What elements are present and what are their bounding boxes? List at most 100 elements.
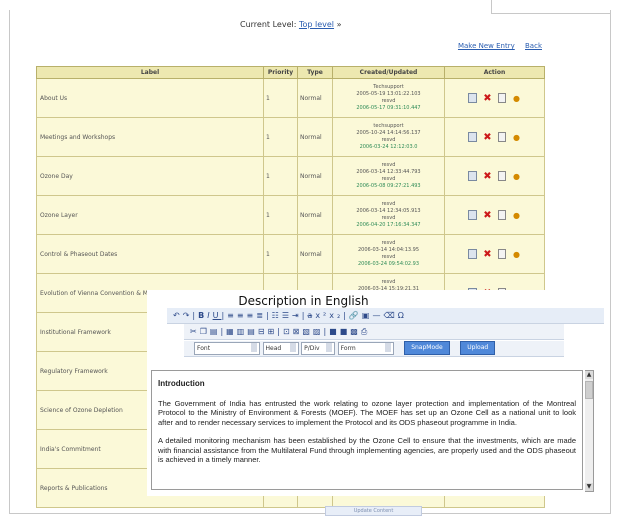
page-icon[interactable] [498,171,506,181]
language-icon[interactable]: ● [512,172,521,181]
page-icon[interactable] [498,210,506,220]
editor-content-area[interactable]: Introduction The Government of India has… [151,370,583,490]
delete-column-icon[interactable]: ⊞ [268,327,278,336]
edit-icon[interactable] [468,171,477,181]
description-editor: Description in English ↶↷|BIU|≡≡≡≣|☷☰⇥|a… [147,290,604,496]
row-actions: ✖● [444,195,545,235]
delete-icon[interactable]: ✖ [483,171,492,181]
row-actions: ✖● [444,78,545,118]
language-icon[interactable]: ● [512,211,521,220]
fore-color-icon[interactable]: ■ [329,327,340,336]
redo-icon[interactable]: ↷ [183,311,193,320]
preview-icon[interactable]: ▩ [350,327,361,336]
row-created-updated: resvd 2006-03-14 12:33:44.793 resvd 2006-05… [332,156,445,196]
row-type: Normal [297,195,333,235]
underline-icon[interactable]: U [213,311,222,320]
insert-row-icon[interactable]: ▥ [237,327,248,336]
link-icon[interactable]: 🔗 [349,311,362,320]
row-label[interactable]: About Us [36,78,264,118]
table-row: Meetings and Workshops 1 Normal techsupport… [36,117,545,157]
row-actions: ✖● [444,156,545,196]
upload-button[interactable]: Upload [460,341,496,355]
make-new-entry-link[interactable]: Make New Entry [458,42,515,50]
align-center-icon[interactable]: ≡ [237,311,247,320]
scroll-up-icon[interactable]: ▲ [585,371,593,379]
row-label[interactable]: Meetings and Workshops [36,117,264,157]
table-props-icon[interactable]: ▨ [313,327,324,336]
page-icon[interactable] [498,93,506,103]
editor-toolbar-1: ↶↷|BIU|≡≡≡≣|☷☰⇥|a̶x²x₂|🔗▣—⌫Ω [167,308,604,324]
row-actions: ✖● [444,234,545,274]
edit-icon[interactable] [468,249,477,259]
insert-column-icon[interactable]: ▤ [247,327,258,336]
back-link[interactable]: Back [525,42,542,50]
table-header-row: Label Priority Type Created/Updated Acti… [36,66,545,79]
ordered-list-icon[interactable]: ☷ [272,311,282,320]
editor-scrollbar[interactable]: ▲ ▼ [585,370,594,492]
size-select[interactable]: Head [262,342,299,355]
chevron-down-icon [384,343,391,352]
delete-icon[interactable]: ✖ [483,249,492,259]
created-date: 2006-03-14 12:34:05.913 [356,208,421,214]
back-color-icon[interactable]: ■ [340,327,351,336]
align-left-icon[interactable]: ≡ [227,311,237,320]
image-icon[interactable]: ▣ [362,311,373,320]
edit-icon[interactable] [468,210,477,220]
snap-mode-button[interactable]: SnapMode [404,341,450,355]
updated-date: 2006-03-24 12:12:03.0 [359,144,418,150]
paragraph-style-select[interactable]: P/Div [301,342,336,355]
row-actions: ✖● [444,117,545,157]
created-by: resvd [381,162,396,168]
delete-icon[interactable]: ✖ [483,210,492,220]
created-date: 2005-10-24 14:14:56.137 [356,130,421,136]
justify-icon[interactable]: ≣ [256,311,266,320]
row-label[interactable]: Ozone Day [36,156,264,196]
editor-title: Description in English [238,294,369,308]
align-right-icon[interactable]: ≡ [247,311,257,320]
language-icon[interactable]: ● [512,94,521,103]
undo-icon[interactable]: ↶ [173,311,183,320]
bullet-list-icon[interactable]: ☰ [282,311,292,320]
delete-row-icon[interactable]: ⊟ [258,327,268,336]
bold-icon[interactable]: B [198,311,207,320]
row-label[interactable]: Control & Phaseout Dates [36,234,264,274]
edit-icon[interactable] [468,93,477,103]
page-icon[interactable] [498,249,506,259]
format-select[interactable]: Form [337,342,394,355]
cut-icon[interactable]: ✂ [190,327,200,336]
merge-cells-icon[interactable]: ⊡ [283,327,293,336]
row-label[interactable]: Ozone Layer [36,195,264,235]
copy-icon[interactable]: ❐ [200,327,210,336]
omega-icon[interactable]: Ω [398,311,407,320]
row-priority: 1 [263,78,298,118]
delete-icon[interactable]: ✖ [483,132,492,142]
frame-divider [491,13,611,14]
table-icon[interactable]: ▦ [226,327,237,336]
font-select[interactable]: Font [194,342,260,355]
breadcrumb-separator: » [336,20,342,29]
superscript-icon[interactable]: x² [315,311,329,320]
chevron-down-icon [289,343,296,352]
subscript-icon[interactable]: x₂ [329,311,343,320]
delete-icon[interactable]: ✖ [483,93,492,103]
paste-icon[interactable]: ▤ [210,327,221,336]
row-priority: 1 [263,117,298,157]
table-row: Ozone Day 1 Normal resvd 2006-03-14 12:33:44… [36,156,545,196]
indent-icon[interactable]: ⇥ [292,311,302,320]
created-by: resvd [381,240,396,246]
edit-icon[interactable] [468,132,477,142]
language-icon[interactable]: ● [512,133,521,142]
current-level-label: Current Level: [240,20,297,29]
language-icon[interactable]: ● [512,250,521,259]
updated-date: 2006-03-24 09:54:02.93 [357,261,420,267]
scroll-down-icon[interactable]: ▼ [585,483,593,491]
eraser-icon[interactable]: ⌫ [383,311,397,320]
row-created-updated: Techsupport 2005-05-19 13:01:22.103 resvd 2… [332,78,445,118]
scroll-thumb[interactable] [585,381,593,399]
top-level-link[interactable]: Top level [299,20,334,29]
page-icon[interactable] [498,132,506,142]
horizontal-rule-icon[interactable]: — [372,311,383,320]
print-icon[interactable]: ⎙ [361,327,370,336]
cell-props-icon[interactable]: ▧ [302,327,313,336]
split-cells-icon[interactable]: ⊠ [293,327,303,336]
